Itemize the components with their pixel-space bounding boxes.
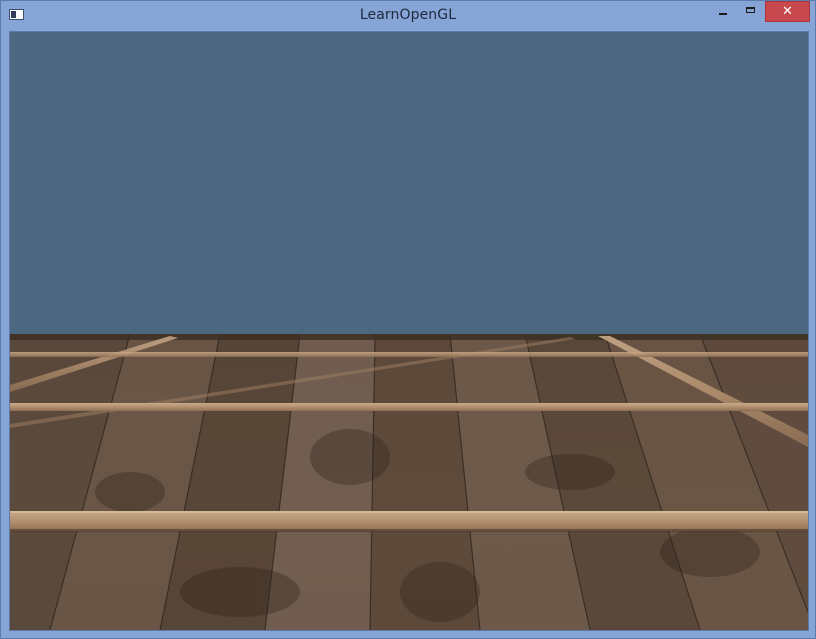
app-window: LearnOpenGL ✕: [0, 0, 816, 639]
close-button[interactable]: ✕: [765, 1, 810, 22]
rendered-scene: [10, 333, 808, 630]
title-bar[interactable]: LearnOpenGL ✕: [1, 1, 815, 31]
maximize-icon: [745, 6, 755, 13]
opengl-viewport[interactable]: [9, 31, 809, 631]
horizon-shadow: [10, 334, 808, 340]
minimize-icon: [718, 13, 727, 15]
maximize-button[interactable]: [737, 1, 763, 22]
minimize-button[interactable]: [709, 1, 736, 22]
close-icon: ✕: [782, 4, 793, 19]
window-title: LearnOpenGL: [359, 7, 457, 23]
